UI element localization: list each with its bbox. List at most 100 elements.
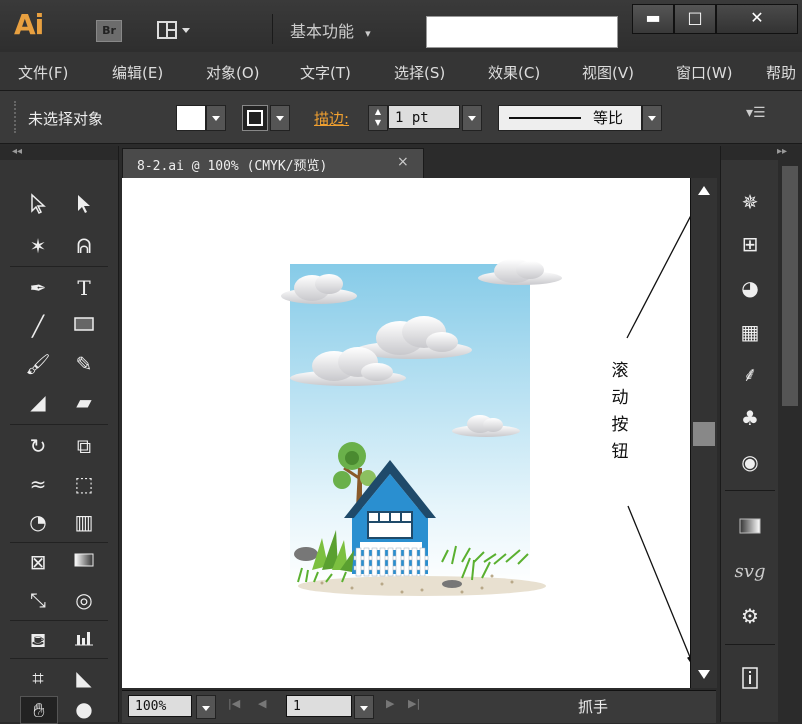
- zoom-dropdown[interactable]: [196, 695, 216, 719]
- stroke-label[interactable]: 描边:: [314, 108, 349, 129]
- appearance-icon[interactable]: ◉: [733, 446, 767, 478]
- blob-brush-icon[interactable]: ◢: [20, 386, 56, 418]
- color-wheel-icon[interactable]: ✵: [733, 186, 767, 218]
- tools-panel-header[interactable]: ◂◂: [0, 146, 118, 160]
- scroll-up-icon[interactable]: [698, 186, 710, 195]
- scroll-down-icon[interactable]: [698, 670, 710, 679]
- document-info-icon[interactable]: [733, 666, 767, 698]
- restore-button[interactable]: □: [674, 4, 716, 34]
- lasso-icon[interactable]: ᕱ: [66, 230, 102, 262]
- search-input[interactable]: [426, 16, 618, 48]
- brushes-icon[interactable]: ⸙: [733, 358, 767, 390]
- artboard-icon[interactable]: ⌗: [20, 662, 56, 694]
- direct-selection-icon[interactable]: [66, 192, 102, 224]
- fill-swatch[interactable]: [176, 105, 206, 131]
- prev-page-icon[interactable]: ◀: [258, 697, 266, 710]
- menu-file[interactable]: 文件(F): [18, 62, 68, 83]
- paintbrush-icon[interactable]: 🖌︎: [20, 348, 56, 380]
- control-bar-grip[interactable]: [14, 101, 19, 133]
- page-dropdown[interactable]: [354, 695, 374, 719]
- profile-dropdown[interactable]: [642, 105, 662, 131]
- menu-select[interactable]: 选择(S): [394, 62, 445, 83]
- rectangle-icon[interactable]: [66, 310, 102, 342]
- stroke-swatch[interactable]: [242, 105, 268, 131]
- graphic-styles-icon[interactable]: ⚙: [733, 600, 767, 632]
- artboard-canvas[interactable]: 滚动按钮: [122, 178, 703, 688]
- first-page-icon[interactable]: |◀: [228, 697, 240, 710]
- warp-icon[interactable]: ≈: [20, 468, 56, 500]
- tools-divider: [10, 266, 108, 267]
- hand-icon[interactable]: ✋︎: [20, 696, 58, 724]
- perspective-grid-icon[interactable]: ▥: [66, 506, 102, 538]
- minimize-button[interactable]: ▬: [632, 4, 674, 34]
- chevron-down-icon: ▾: [365, 27, 371, 40]
- rotate-icon[interactable]: ↻: [20, 430, 56, 462]
- title-bar: Ai Br 基本功能 ▾ ▬ □ ✕: [0, 0, 802, 53]
- profile-label: 等比: [593, 109, 624, 127]
- app-logo: Ai: [14, 8, 44, 41]
- align-icon[interactable]: ⊞: [733, 228, 767, 260]
- panels-dock: ▸▸ ✵ ⊞ ◕ ▦ ⸙ ♣ ◉ svg ⚙: [720, 146, 802, 722]
- panels-dock-header[interactable]: ▸▸: [721, 146, 802, 160]
- panels-dock-scrollbar[interactable]: [778, 160, 802, 722]
- menu-type[interactable]: 文字(T): [300, 62, 351, 83]
- workspace-switcher[interactable]: 基本功能 ▾: [290, 18, 371, 42]
- symbol-sprayer-icon[interactable]: ⛾: [20, 624, 56, 656]
- close-icon[interactable]: ×: [397, 154, 409, 170]
- type-icon[interactable]: T: [66, 272, 102, 304]
- tools-divider: [10, 620, 108, 621]
- selection-arrow-icon[interactable]: [20, 192, 56, 224]
- menu-view[interactable]: 视图(V): [582, 62, 634, 83]
- scroll-button-annotation: 滚动按钮: [611, 361, 629, 462]
- stroke-weight-dropdown[interactable]: [462, 105, 482, 131]
- current-tool-status: 抓手: [578, 698, 609, 716]
- stroke-dropdown[interactable]: [270, 105, 290, 131]
- menu-help[interactable]: 帮助: [766, 62, 802, 83]
- palette-icon[interactable]: ◕: [733, 272, 767, 304]
- close-button[interactable]: ✕: [716, 4, 798, 34]
- scroll-thumb[interactable]: [693, 422, 715, 446]
- gradient-icon[interactable]: [66, 546, 102, 578]
- panel-menu-icon[interactable]: ▾☰: [746, 105, 766, 121]
- symbols-icon[interactable]: ♣: [733, 402, 767, 434]
- menu-object[interactable]: 对象(O): [206, 62, 260, 83]
- slice-icon[interactable]: ◣: [66, 662, 102, 694]
- eyedropper-icon[interactable]: ⤡: [20, 584, 56, 616]
- scale-icon[interactable]: ⧉: [66, 430, 102, 462]
- column-graph-icon[interactable]: [66, 624, 102, 656]
- blend-icon[interactable]: ◎: [66, 584, 102, 616]
- window-controls: ▬ □ ✕: [632, 4, 800, 36]
- menu-effect[interactable]: 效果(C): [488, 62, 540, 83]
- rock: [294, 547, 318, 561]
- fill-dropdown[interactable]: [206, 105, 226, 131]
- magic-wand-icon[interactable]: ✶: [20, 230, 56, 262]
- eraser-icon[interactable]: ▰: [66, 386, 102, 418]
- menu-edit[interactable]: 编辑(E): [112, 62, 163, 83]
- bridge-button[interactable]: Br: [96, 20, 122, 42]
- gradient-panel-icon[interactable]: [733, 512, 767, 544]
- mesh-icon[interactable]: ⊠: [20, 546, 56, 578]
- menu-window[interactable]: 窗口(W): [676, 62, 733, 83]
- stroke-weight-input[interactable]: 1 pt: [388, 105, 460, 129]
- variable-width-profile[interactable]: 等比: [498, 105, 642, 131]
- document-tab[interactable]: 8-2.ai @ 100% (CMYK/预览) ×: [122, 148, 424, 179]
- page-number-input[interactable]: 1: [286, 695, 352, 717]
- vertical-scrollbar[interactable]: [690, 178, 717, 688]
- free-transform-icon[interactable]: ⬚: [66, 468, 102, 500]
- next-page-icon[interactable]: ▶: [386, 697, 394, 710]
- artwork-illustration: [281, 195, 703, 673]
- tools-divider: [10, 424, 108, 425]
- zoom-input[interactable]: 100%: [128, 695, 192, 717]
- pencil-icon[interactable]: ✎: [66, 348, 102, 380]
- svg-filter-icon[interactable]: svg: [733, 556, 767, 588]
- zoom-icon[interactable]: ●: [66, 696, 102, 722]
- pen-icon[interactable]: ✒: [20, 272, 56, 304]
- panel-divider: [725, 490, 775, 491]
- line-segment-icon[interactable]: ╱: [20, 310, 56, 342]
- shape-builder-icon[interactable]: ◔: [20, 506, 56, 538]
- last-page-icon[interactable]: ▶|: [408, 697, 420, 710]
- panels-dock-scroll-thumb[interactable]: [782, 166, 798, 406]
- arrange-documents-button[interactable]: [156, 20, 196, 40]
- swatches-icon[interactable]: ▦: [733, 316, 767, 348]
- stroke-weight-stepper[interactable]: ▲ ▼: [368, 105, 388, 131]
